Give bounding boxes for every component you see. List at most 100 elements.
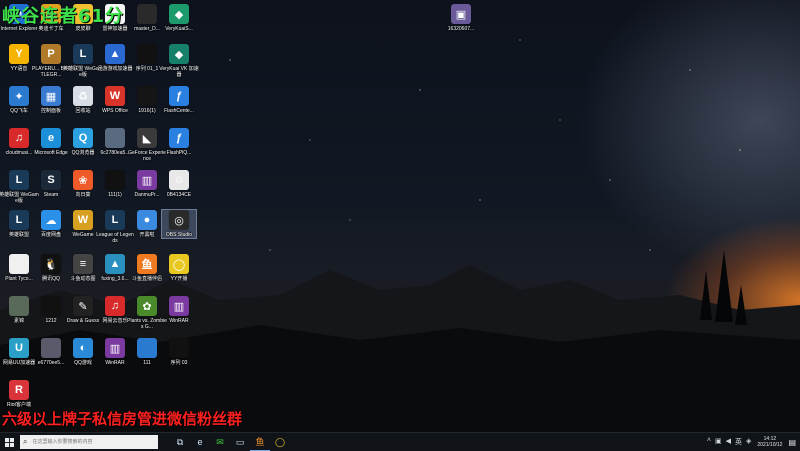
yy-live-icon: ◯ xyxy=(274,436,286,447)
rar-icon: ▥ xyxy=(169,296,189,316)
taskbar-app[interactable]: ✉ xyxy=(210,433,230,451)
rar-icon: ▥ xyxy=(105,338,125,358)
taskbar-search-input[interactable] xyxy=(30,438,150,446)
video-icon xyxy=(41,296,61,316)
obs-icon: ◎ xyxy=(169,210,189,230)
stream-banner-overlay: 六级以上牌子私信房管进微信粉丝群 xyxy=(2,410,243,428)
search-icon: ⌕ xyxy=(23,437,28,446)
system-tray: ˄ ▣ ◀ 英 ◈ 14:12 2021/10/12 ▤ xyxy=(705,433,800,451)
video-icon xyxy=(105,170,125,190)
notification-icon[interactable]: ▤ xyxy=(788,438,796,447)
wps-icon: W xyxy=(105,86,125,106)
vk-icon: ◆ xyxy=(169,44,189,64)
yy-live-icon: ◯ xyxy=(169,254,189,274)
image-icon: ☺ xyxy=(169,170,189,190)
antivirus-icon[interactable]: ◈ xyxy=(746,437,751,447)
taskbar-app[interactable]: e xyxy=(190,433,210,451)
qq-icon: 🐧 xyxy=(41,254,61,274)
xunyou-icon: ▲ xyxy=(105,44,125,64)
video-icon xyxy=(137,86,157,106)
desktop-icon-label: 序列 03 xyxy=(170,360,188,366)
verykuai-icon: ◆ xyxy=(169,4,189,24)
qqbrowser-icon: Q xyxy=(73,128,93,148)
network-icon[interactable]: ▣ xyxy=(715,437,722,447)
file-icon xyxy=(137,4,157,24)
taskbar-app[interactable]: ◯ xyxy=(270,433,290,451)
taskbar-app[interactable]: 鱼 xyxy=(250,433,270,451)
file-explorer-icon: ▭ xyxy=(235,436,245,447)
desktop-icon[interactable]: ▣ 16320607... xyxy=(444,4,478,32)
taskbar: ⌕ ⧉ e ✉ ▭ 鱼 ◯ ˄ ▣ ◀ 英 ◈ 14:12 2021/10/12 ▤ xyxy=(0,432,800,451)
qqgame-icon: ◐ xyxy=(73,338,93,358)
netease-music-icon: ♫ xyxy=(105,296,125,316)
chevron-up-icon[interactable]: ˄ xyxy=(707,437,711,447)
desktop-icon[interactable]: ◯ YY开播 xyxy=(162,254,196,282)
flash-icon: ƒ xyxy=(169,128,189,148)
image-icon xyxy=(9,296,29,316)
desktop-icon[interactable]: ◆ VeryKuai VK 加速器 xyxy=(159,44,199,78)
clock[interactable]: 14:12 2021/10/12 xyxy=(757,436,782,448)
desktop-icon[interactable]: ◣ GeForce Experience xyxy=(128,128,166,162)
windows-logo-icon xyxy=(4,437,14,447)
qqspeed-icon: ✦ xyxy=(9,86,29,106)
desktop-icon[interactable]: ◎ OBS Studio xyxy=(161,209,197,239)
image-icon xyxy=(41,338,61,358)
app-icon: ▲ xyxy=(105,254,125,274)
desktop: e Internet Explorer ◉ 奥迪卡丁车 ☺ 皮皮聊 ⚡ 雷神加速器 master… xyxy=(0,0,800,432)
edge-icon: e xyxy=(41,128,61,148)
start-button[interactable] xyxy=(0,433,18,451)
lol-icon: L xyxy=(73,44,93,64)
steam-icon: S xyxy=(41,170,61,190)
video-icon xyxy=(137,44,157,64)
lol-icon: L xyxy=(9,170,29,190)
edge-icon: e xyxy=(197,437,203,447)
yy-icon: Y xyxy=(9,44,29,64)
video-icon xyxy=(169,338,189,358)
sunlogin-icon: ❀ xyxy=(73,170,93,190)
control-panel-icon: ▦ xyxy=(41,86,61,106)
flash-icon: ƒ xyxy=(169,86,189,106)
recycle-bin-icon: ♻ xyxy=(73,86,93,106)
desktop-icon-label: VeryKuaiS... xyxy=(165,26,193,32)
desktop-icon[interactable]: ✿ Plants vs. Zombies G... xyxy=(127,296,167,330)
draw-guess-icon: ✎ xyxy=(73,296,93,316)
ime-icon[interactable]: 英 xyxy=(735,437,742,447)
desktop-icon[interactable]: L 英雄联盟 WeGame版 xyxy=(63,44,103,78)
geforce-icon: ◣ xyxy=(137,128,157,148)
file-icon: ≡ xyxy=(73,254,93,274)
lol-icon: L xyxy=(105,210,125,230)
clock-date: 2021/10/12 xyxy=(757,442,783,448)
desktop-icon[interactable]: R Riot客户端 xyxy=(2,380,36,408)
task-view-icon: ⧉ xyxy=(176,436,184,447)
douyu-icon: 鱼 xyxy=(255,437,265,447)
desktop-icon[interactable]: L League of Legends xyxy=(96,210,134,244)
pubg-icon: P xyxy=(41,44,61,64)
uu-icon: U xyxy=(9,338,29,358)
douyu-icon: 鱼 xyxy=(137,254,157,274)
desktop-icon-label: VeryKuai VK 加速器 xyxy=(159,66,199,78)
desktop-icon[interactable]: L 英雄联盟 WeGame版 xyxy=(0,170,39,204)
desktop-icon[interactable]: ◆ VeryKuaiS... xyxy=(162,4,196,32)
baidu-pan-icon: ☁ xyxy=(41,210,61,230)
taskbar-app[interactable]: ▭ xyxy=(230,433,250,451)
taskbar-apps: ⧉ e ✉ ▭ 鱼 ◯ xyxy=(170,433,290,451)
volume-icon[interactable]: ◀ xyxy=(726,437,731,447)
tray-icons: ˄ ▣ ◀ 英 ◈ xyxy=(705,437,754,447)
desktop-icon-label: 16320607... xyxy=(447,26,475,32)
desktop-icon-label: OBS Studio xyxy=(165,232,193,238)
image-icon: ▣ xyxy=(451,4,471,24)
desktop-icon[interactable]: ƒ FlashCente... xyxy=(162,86,196,114)
taskbar-search-box[interactable]: ⌕ xyxy=(20,435,158,449)
desktop-icon-label: FlashCente... xyxy=(164,108,194,114)
desktop-icon-label: FlashPlQ... xyxy=(166,150,192,156)
desktop-icon-label: 0B4134CE xyxy=(166,192,192,198)
desktop-icon[interactable]: ☺ 0B4134CE xyxy=(162,170,196,198)
desktop-icon-label: YY开播 xyxy=(170,276,188,282)
desktop-icon[interactable]: ▥ WinRAR xyxy=(162,296,196,324)
taskbar-app[interactable]: ⧉ xyxy=(170,433,190,451)
wechat-icon: ✉ xyxy=(216,436,224,447)
desktop-icon[interactable]: 序列 03 xyxy=(162,338,196,366)
desktop-icon[interactable]: ƒ FlashPlQ... xyxy=(162,128,196,156)
file-icon xyxy=(9,254,29,274)
stream-title-overlay: 峡谷连者61分 xyxy=(2,6,125,27)
